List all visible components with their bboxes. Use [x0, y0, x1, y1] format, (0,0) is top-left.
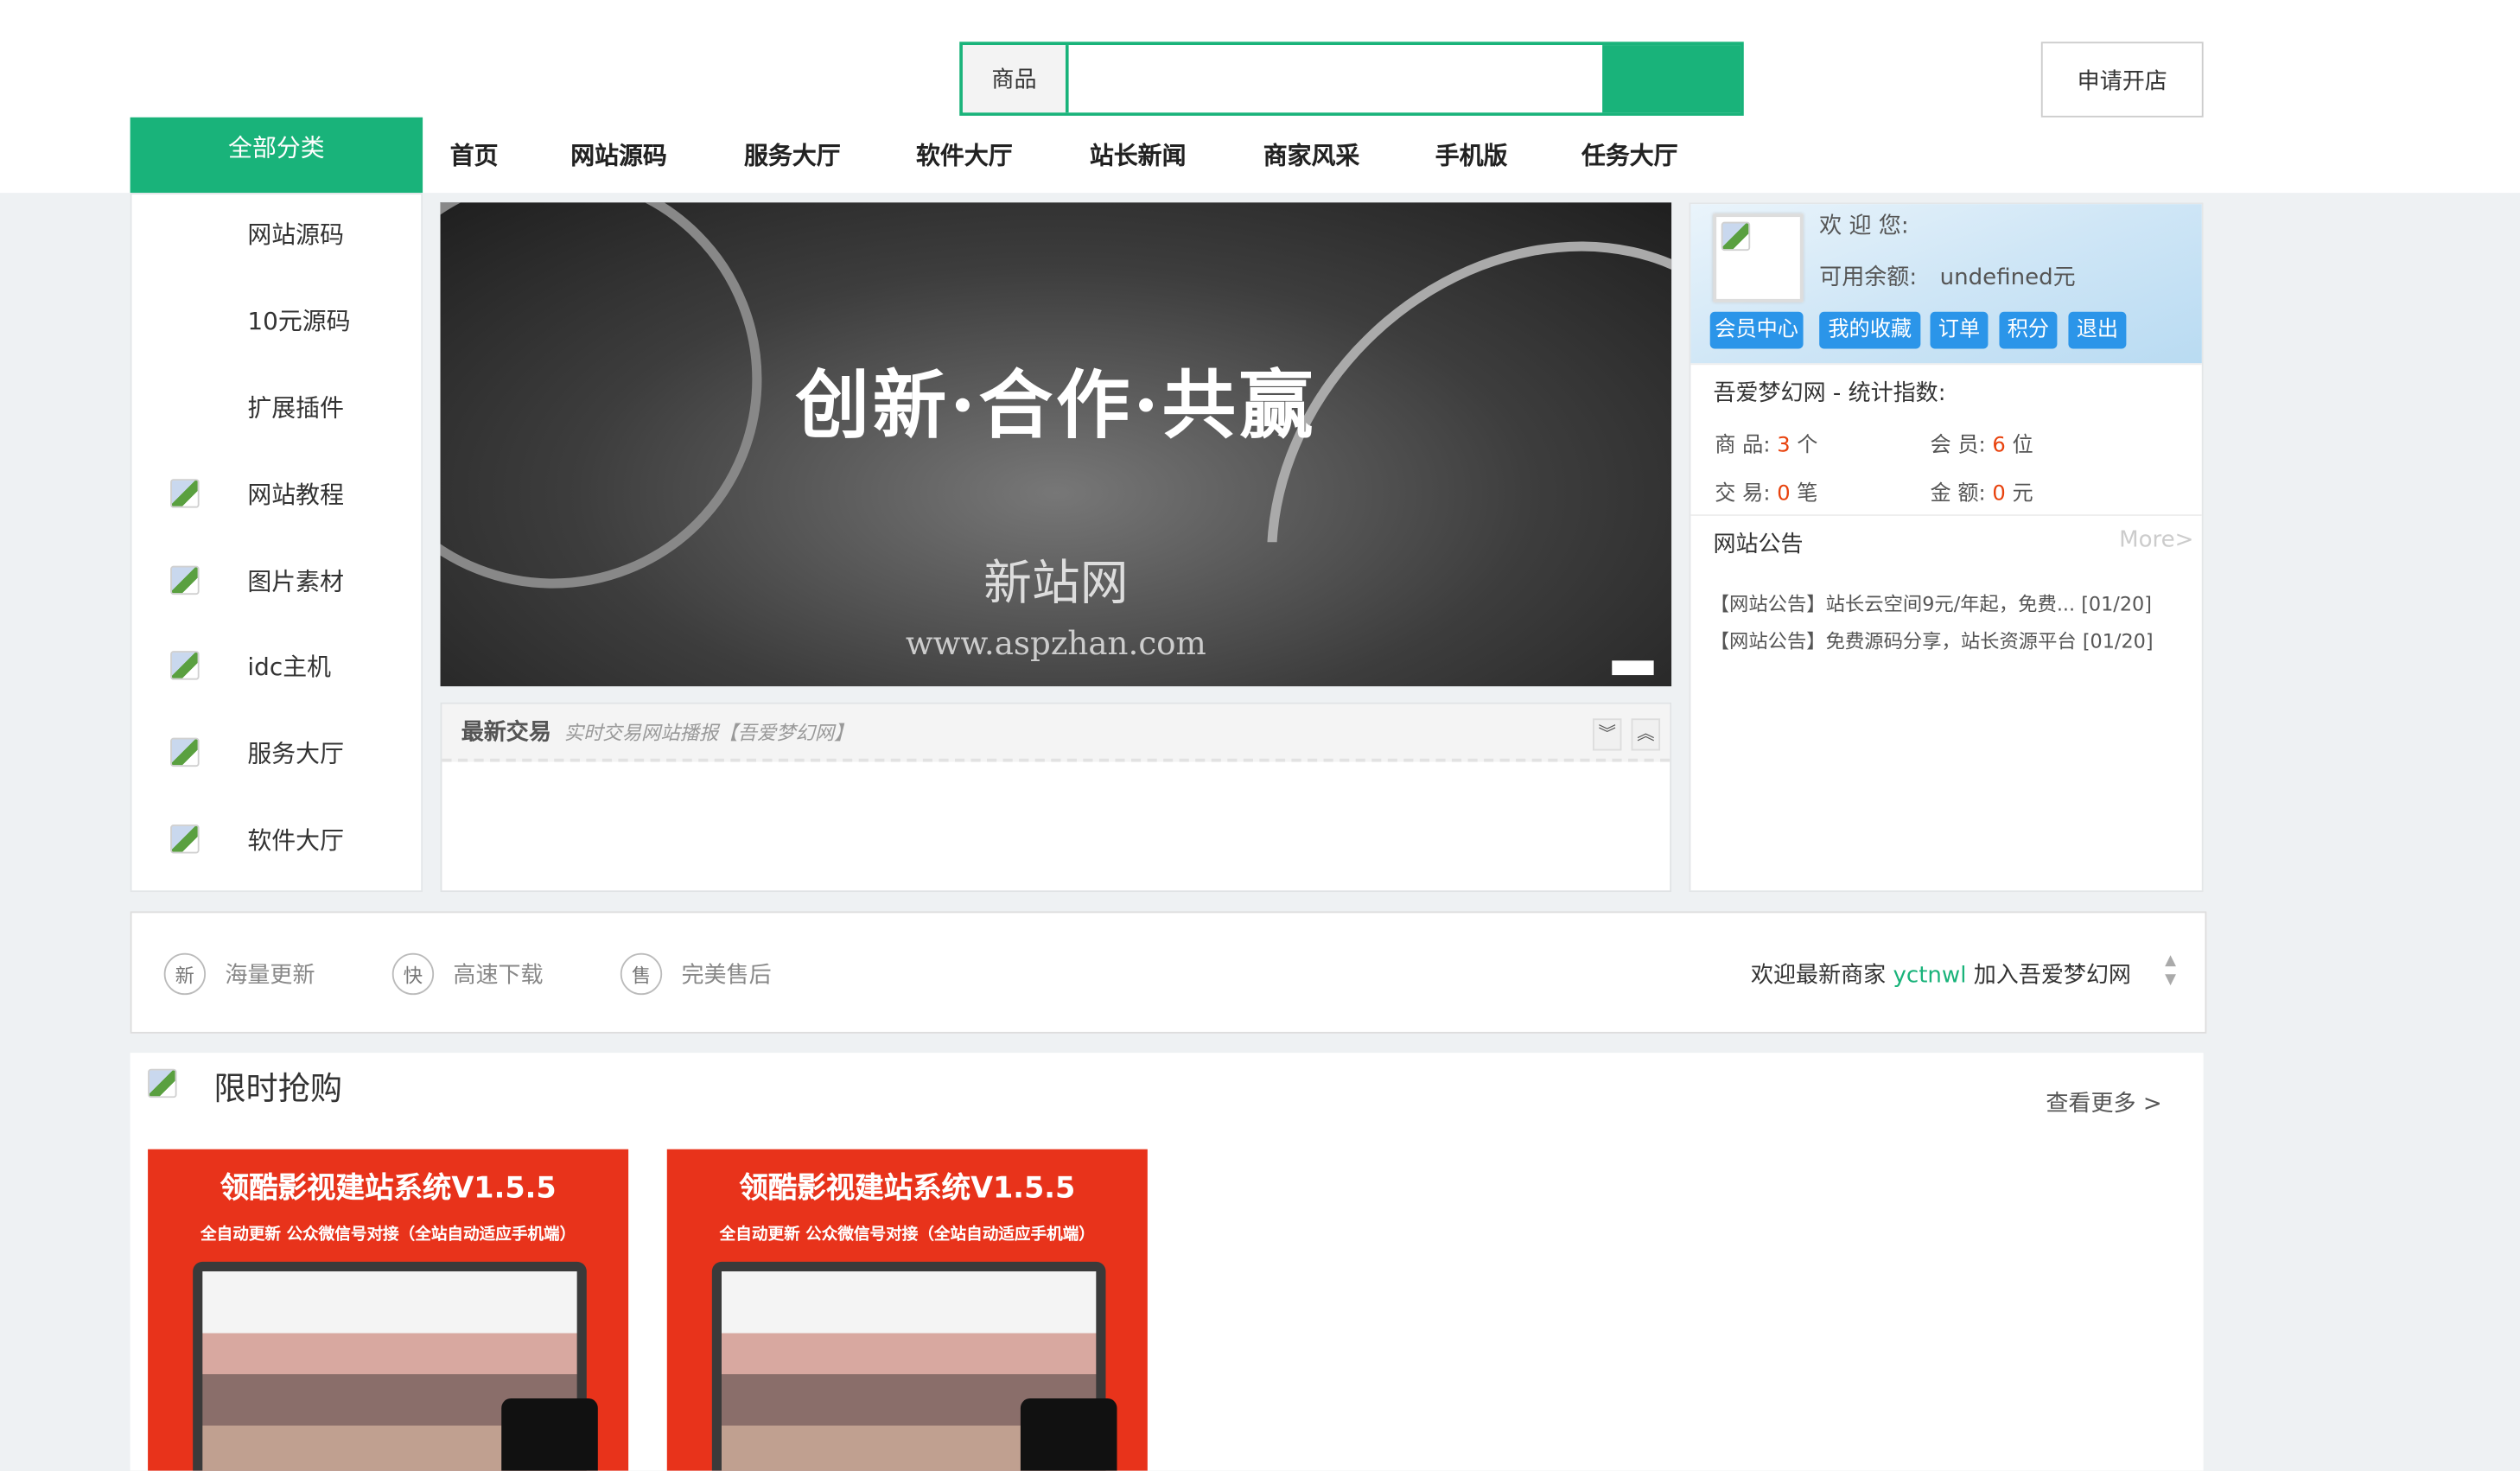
notice-item[interactable]: 【网站公告】站长云空间9元/年起，免费... [01/20] — [1710, 590, 2152, 618]
welcome-text: 欢 迎 您: — [1819, 209, 1908, 241]
feature-label: 高速下载 — [453, 958, 543, 990]
stats-title: 吾爱梦幻网 - 统计指数: — [1713, 376, 1945, 408]
sidebar-item[interactable]: 服务大厅 — [247, 736, 344, 770]
notice-title: 网站公告 — [1713, 527, 1803, 559]
ticker-prefix: 欢迎最新商家 — [1751, 963, 1886, 989]
trades-subtitle: 实时交易网站播报【吾爱梦幻网】 — [564, 717, 854, 745]
stat-value: 0 — [1777, 482, 1790, 506]
product-title: 领酷影视建站系统V1.5.5 — [148, 1165, 628, 1207]
nav-service-hall[interactable]: 服务大厅 — [744, 138, 841, 172]
notice-item[interactable]: 【网站公告】免费源码分享，站长资源平台 [01/20] — [1710, 627, 2154, 654]
banner-url: www.aspzhan.com — [441, 624, 1672, 663]
stat-value: 3 — [1777, 434, 1790, 458]
member-center-button[interactable]: 会员中心 — [1710, 312, 1804, 349]
after-sale-badge-icon: 售 — [620, 953, 662, 995]
stat-label: 交 易: — [1715, 482, 1770, 506]
view-more-link[interactable]: 查看更多 > — [2046, 1086, 2161, 1118]
broken-image-icon — [148, 1069, 176, 1098]
apply-store-button[interactable]: 申请开店 — [2041, 41, 2204, 117]
trades-title: 最新交易 — [461, 716, 551, 748]
new-merchant-ticker: 欢迎最新商家 yctnwl 加入吾爱梦幻网 — [1751, 958, 2131, 990]
banner-watermark: 新站网 — [441, 544, 1672, 615]
orders-button[interactable]: 订单 — [1930, 312, 1988, 349]
feature-label: 海量更新 — [225, 958, 315, 990]
sidebar-item[interactable]: 图片素材 — [247, 564, 344, 598]
broken-image-icon — [170, 825, 199, 853]
favorites-button[interactable]: 我的收藏 — [1819, 312, 1920, 349]
notice-more-link[interactable]: More> — [2119, 527, 2193, 553]
nav-tasks[interactable]: 任务大厅 — [1581, 138, 1678, 172]
phone-image — [501, 1398, 598, 1471]
ticker-suffix: 加入吾爱梦幻网 — [1974, 963, 2131, 989]
category-sidebar: 网站源码 10元源码 扩展插件 网站教程 图片素材 idc主机 服务大厅 软件大… — [130, 193, 423, 892]
sidebar-item[interactable]: 网站源码 — [247, 217, 344, 251]
stat-label: 会 员: — [1930, 434, 1985, 458]
broken-image-icon — [170, 479, 199, 507]
stat-unit: 个 — [1797, 434, 1817, 458]
all-categories-button[interactable]: 全部分类 — [130, 118, 423, 193]
phone-image — [1021, 1398, 1117, 1471]
balance-value: undefined元 — [1940, 260, 2076, 292]
balance-label: 可用余额: — [1819, 260, 1917, 292]
search-category-select[interactable]: 商品 — [963, 45, 1069, 112]
sidebar-item[interactable]: 10元源码 — [247, 303, 350, 337]
latest-trades-panel: 最新交易 实时交易网站播报【吾爱梦幻网】 ︾ ︽ — [441, 703, 1672, 892]
stat-unit: 笔 — [1797, 482, 1817, 506]
search-bar: 商品 — [959, 41, 1744, 116]
flash-sale-section: 限时抢购 查看更多 > 领酷影视建站系统V1.5.5 全自动更新 公众微信号对接… — [130, 1053, 2204, 1471]
chevron-up-icon[interactable]: ︽ — [1632, 718, 1660, 750]
divider — [1690, 514, 2201, 516]
product-card[interactable]: 领酷影视建站系统V1.5.5 全自动更新 公众微信号对接（全站自动适应手机端） — [667, 1149, 1148, 1471]
flash-sale-title: 限时抢购 — [213, 1062, 342, 1109]
ticker-scroll-arrows-icon[interactable]: ▲▼ — [2165, 952, 2176, 990]
sidebar-item[interactable]: idc主机 — [247, 649, 331, 683]
banner-slider[interactable]: 创新·合作·共赢 新站网 www.aspzhan.com — [441, 202, 1672, 686]
stat-trades: 交 易: 0 笔 — [1715, 475, 1817, 506]
logout-button[interactable]: 退出 — [2068, 312, 2126, 349]
features-bar: 新海量更新 快高速下载 售完美售后 欢迎最新商家 yctnwl 加入吾爱梦幻网 … — [130, 911, 2207, 1033]
feature-item: 新海量更新 — [164, 953, 315, 995]
sidebar-item[interactable]: 扩展插件 — [247, 391, 344, 424]
product-subtitle: 全自动更新 公众微信号对接（全站自动适应手机端） — [667, 1220, 1148, 1245]
banner-slogan: 创新·合作·共赢 — [441, 347, 1672, 454]
broken-image-icon — [170, 651, 199, 679]
stat-amount: 金 额: 0 元 — [1930, 475, 2033, 506]
nav-news[interactable]: 站长新闻 — [1090, 138, 1187, 172]
search-input[interactable] — [1069, 45, 1602, 112]
nav-software-hall[interactable]: 软件大厅 — [916, 138, 1013, 172]
stat-value: 0 — [1992, 482, 2005, 506]
sidebar-item[interactable]: 网站教程 — [247, 477, 344, 511]
product-card[interactable]: 领酷影视建站系统V1.5.5 全自动更新 公众微信号对接（全站自动适应手机端） — [148, 1149, 628, 1471]
fast-badge-icon: 快 — [392, 953, 434, 995]
nav-merchants[interactable]: 商家风采 — [1263, 138, 1360, 172]
nav-home[interactable]: 首页 — [450, 138, 499, 172]
user-panel: 欢 迎 您: 可用余额: undefined元 会员中心 我的收藏 订单 积分 … — [1690, 202, 2204, 892]
nav-mobile[interactable]: 手机版 — [1435, 138, 1508, 172]
feature-item: 售完美售后 — [620, 953, 772, 995]
broken-image-icon — [1721, 222, 1750, 251]
new-badge-icon: 新 — [164, 953, 206, 995]
sidebar-item[interactable]: 软件大厅 — [247, 823, 344, 856]
stat-unit: 元 — [2012, 482, 2033, 506]
broken-image-icon — [170, 738, 199, 767]
search-button[interactable] — [1602, 45, 1740, 112]
feature-label: 完美售后 — [682, 958, 772, 990]
stat-goods: 商 品: 3 个 — [1715, 428, 1817, 458]
stat-value: 6 — [1992, 434, 2005, 458]
product-title: 领酷影视建站系统V1.5.5 — [667, 1165, 1148, 1207]
broken-image-icon — [170, 566, 199, 595]
nav-source-code[interactable]: 网站源码 — [570, 138, 667, 172]
feature-item: 快高速下载 — [392, 953, 544, 995]
avatar — [1713, 213, 1803, 302]
stat-label: 金 额: — [1930, 482, 1985, 506]
stat-members: 会 员: 6 位 — [1930, 428, 2033, 458]
stat-label: 商 品: — [1715, 434, 1770, 458]
chevron-down-icon[interactable]: ︾ — [1593, 718, 1621, 750]
stat-unit: 位 — [2012, 434, 2033, 458]
product-subtitle: 全自动更新 公众微信号对接（全站自动适应手机端） — [148, 1220, 628, 1245]
slider-indicator[interactable] — [1612, 660, 1653, 675]
points-button[interactable]: 积分 — [1999, 312, 2057, 349]
merchant-link[interactable]: yctnwl — [1893, 963, 1966, 989]
